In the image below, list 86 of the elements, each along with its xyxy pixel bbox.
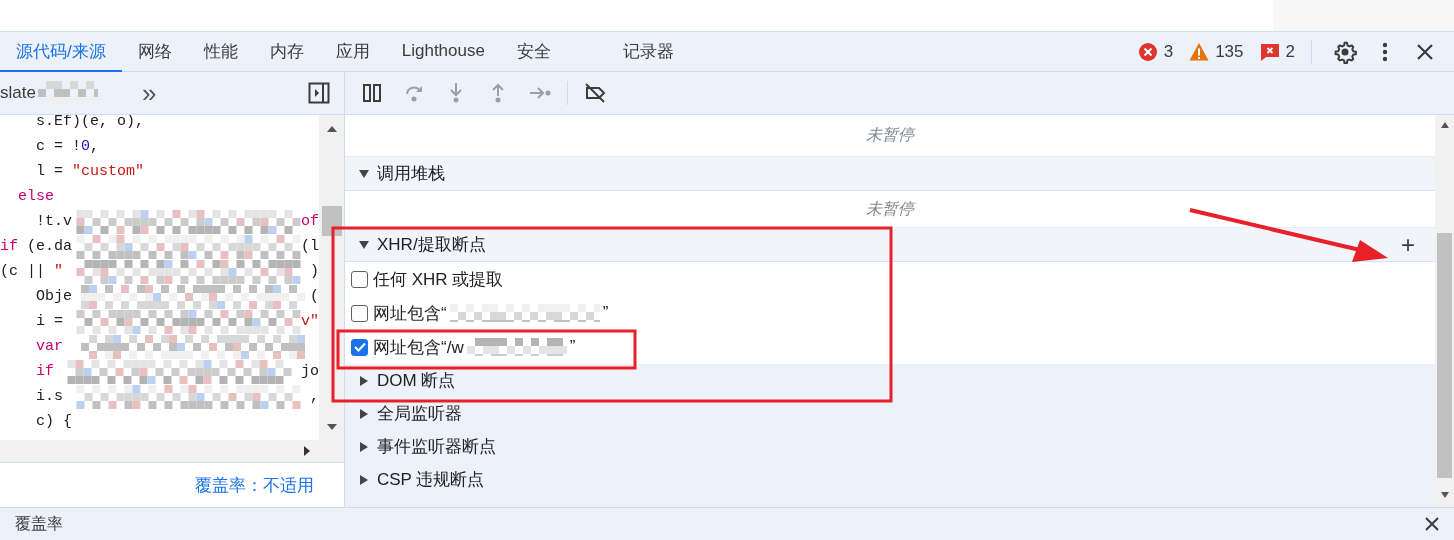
code-text: (: [310, 288, 319, 305]
scroll-up-icon[interactable]: [325, 124, 338, 134]
collapse-triangle-icon: [359, 239, 369, 250]
more-tabs-button[interactable]: »: [137, 80, 161, 106]
panel-tab[interactable]: Lighthouse: [385, 32, 501, 72]
collapse-triangle-icon: [359, 168, 369, 179]
sidebar-icon: [308, 82, 330, 104]
code-text: var: [35, 338, 63, 355]
warning-icon: [1189, 41, 1210, 62]
panel-tab[interactable]: 安全: [500, 32, 567, 72]
drawer-tab[interactable]: 覆盖率: [15, 513, 63, 535]
code-text: "custom": [72, 163, 145, 180]
code-text: ,: [310, 388, 319, 405]
breakpoint-label: 网址包含“/w: [373, 336, 464, 359]
code-text: l =: [35, 163, 64, 180]
code-text: ,: [90, 138, 100, 155]
status-message: 未暂停: [866, 125, 914, 145]
scroll-up-icon[interactable]: [1439, 121, 1450, 129]
close-icon: [1424, 516, 1440, 532]
pixelated-redaction: [37, 81, 98, 105]
breakpoint-label: 任何 XHR 或提取: [373, 268, 504, 291]
coverage-link[interactable]: 覆盖率：不适用: [195, 473, 314, 497]
warning-count: 135: [1215, 41, 1244, 62]
panel-tab[interactable]: 记录器: [606, 32, 690, 72]
code-text: i.s: [35, 388, 63, 405]
checkbox[interactable]: [351, 270, 368, 288]
expand-triangle-icon: [359, 474, 369, 485]
panel-tab[interactable]: 网络: [121, 32, 188, 72]
scrollbar[interactable]: [319, 115, 344, 440]
code-text: v": [301, 313, 319, 330]
code-text: if: [0, 238, 18, 255]
scrollbar[interactable]: [0, 440, 344, 462]
add-button[interactable]: +: [1397, 232, 1419, 257]
section-header[interactable]: XHR/提取断点 +: [345, 228, 1435, 262]
checkbox[interactable]: [351, 304, 368, 322]
toggle-sidebar-button[interactable]: [308, 82, 330, 104]
issue-count: 2: [1285, 41, 1295, 62]
expand-triangle-icon: [359, 441, 369, 452]
scroll-down-icon[interactable]: [1439, 491, 1450, 499]
breakpoints-off-icon: [584, 82, 606, 104]
code-text: (e.da: [26, 238, 73, 255]
scroll-right-icon[interactable]: [302, 445, 312, 457]
code-text: c) {: [35, 413, 72, 430]
code-text: (l: [301, 238, 319, 255]
panel-tab[interactable]: 性能: [187, 32, 254, 72]
scrollbar[interactable]: [1435, 115, 1454, 507]
close-icon: [1416, 42, 1434, 61]
error-icon: [1137, 41, 1158, 62]
code-text: if: [35, 363, 54, 380]
section-title: XHR/提取断点: [377, 234, 486, 256]
check-icon: [353, 342, 366, 352]
breakpoint-label: 网址包含“: [373, 302, 447, 325]
code-text: of: [301, 213, 319, 230]
section-title: 调用堆栈: [377, 163, 445, 185]
breakpoint-label: ”: [569, 337, 576, 357]
code-text: ): [310, 263, 319, 280]
checkbox[interactable]: [351, 338, 368, 356]
more-icon: [1382, 41, 1388, 62]
code-text: else: [17, 188, 54, 205]
expand-triangle-icon: [359, 375, 369, 386]
code-text: jo: [301, 363, 319, 380]
code-text: Obje: [35, 288, 72, 305]
code-text: !t.v: [35, 213, 72, 230]
breakpoint-label: ”: [602, 303, 609, 323]
section-header[interactable]: 调用堆栈: [345, 157, 1435, 191]
scrollbar-thumb[interactable]: [321, 206, 342, 236]
scrollbar-thumb[interactable]: [1437, 233, 1452, 478]
expand-triangle-icon: [359, 408, 369, 419]
file-name[interactable]: slate: [0, 83, 36, 103]
section-title: CSP 违规断点: [377, 469, 485, 491]
panel-tab[interactable]: 应用: [319, 32, 386, 72]
panel-tab[interactable]: 内存: [253, 32, 320, 72]
section-title: 全局监听器: [377, 403, 462, 425]
settings-icon: [1333, 39, 1357, 64]
pause-icon: [361, 82, 383, 104]
code-text: c = !: [35, 138, 81, 155]
section-title: 事件监听器断点: [377, 436, 496, 458]
code-text: 0: [81, 138, 91, 155]
scroll-down-icon[interactable]: [325, 422, 338, 432]
error-count: 3: [1163, 41, 1174, 62]
section-title: DOM 断点: [377, 370, 456, 392]
code-text: ": [54, 263, 64, 280]
status-message: 未暂停: [866, 198, 914, 219]
code-text: i =: [35, 313, 64, 330]
code-text: (c ||: [0, 263, 46, 280]
issue-icon: [1259, 41, 1280, 62]
